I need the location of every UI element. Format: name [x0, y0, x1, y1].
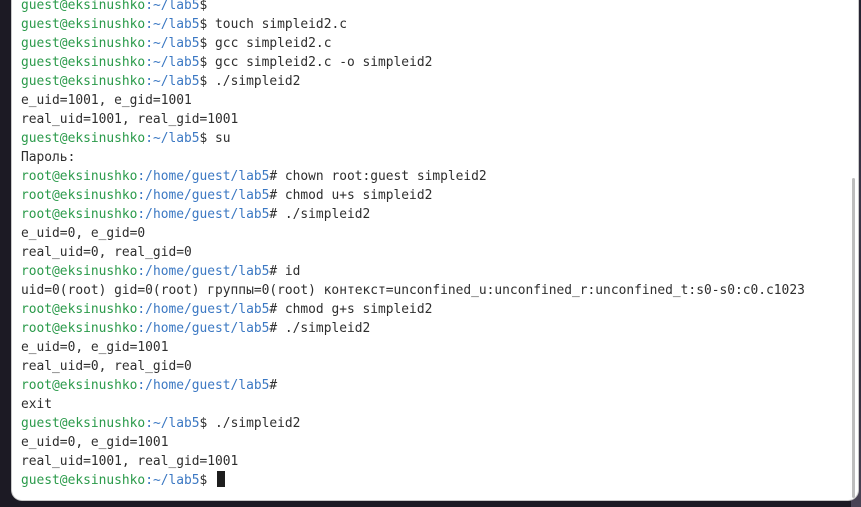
- prompt-user: guest@eksinushko: [21, 74, 146, 89]
- output-line: real_uid=0, real_gid=0: [21, 359, 192, 374]
- prompt-line: root@eksinushko:/home/guest/lab5# ./simp…: [21, 319, 858, 338]
- prompt-user: root@eksinushko: [21, 207, 138, 222]
- prompt-symbol: #: [269, 207, 278, 222]
- prompt-user: root@eksinushko: [21, 321, 138, 336]
- prompt-path: :~/lab5: [145, 74, 200, 89]
- prompt-symbol: #: [269, 302, 278, 317]
- output-line: uid=0(root) gid=0(root) группы=0(root) к…: [21, 283, 805, 298]
- prompt-line: root@eksinushko:/home/guest/lab5# chmod …: [21, 186, 858, 205]
- prompt-path: :/home/guest/lab5: [137, 264, 270, 279]
- output-line: real_uid=1001, real_gid=1001: [21, 454, 239, 469]
- prompt-path: :~/lab5: [145, 416, 200, 431]
- terminal-window[interactable]: guest@eksinushko:~/lab5$ guest@eksinushko…: [12, 0, 858, 500]
- prompt-user: guest@eksinushko: [21, 0, 146, 13]
- prompt-symbol: #: [269, 321, 278, 336]
- prompt-user: root@eksinushko: [21, 188, 138, 203]
- prompt-user: guest@eksinushko: [21, 131, 146, 146]
- text-cursor[interactable]: [217, 471, 226, 487]
- prompt-line: root@eksinushko:/home/guest/lab5# chown …: [21, 167, 858, 186]
- prompt-symbol: #: [269, 264, 278, 279]
- scrollbar[interactable]: [852, 178, 855, 498]
- prompt-user: guest@eksinushko: [21, 416, 146, 431]
- prompt-path: :~/lab5: [145, 55, 200, 70]
- prompt-user: root@eksinushko: [21, 378, 138, 393]
- prompt-path: :/home/guest/lab5: [137, 169, 270, 184]
- prompt-line: guest@eksinushko:~/lab5$ ./simpleid2: [21, 72, 858, 91]
- prompt-path: :/home/guest/lab5: [137, 207, 270, 222]
- output-line: e_uid=1001, e_gid=1001: [21, 93, 192, 108]
- prompt-user: root@eksinushko: [21, 264, 138, 279]
- command-text: id: [277, 264, 301, 279]
- output-line: real_uid=1001, real_gid=1001: [21, 112, 239, 127]
- prompt-line: root@eksinushko:/home/guest/lab5# ./simp…: [21, 205, 858, 224]
- command-text: su: [207, 131, 231, 146]
- prompt-line: guest@eksinushko:~/lab5$ su: [21, 129, 858, 148]
- prompt-user: root@eksinushko: [21, 302, 138, 317]
- prompt-path: :/home/guest/lab5: [137, 378, 270, 393]
- prompt-path: :~/lab5: [145, 17, 200, 32]
- prompt-line: root@eksinushko:/home/guest/lab5# chmod …: [21, 300, 858, 319]
- command-text: gcc simpleid2.c -o simpleid2: [207, 55, 433, 70]
- prompt-symbol: #: [269, 169, 278, 184]
- prompt-symbol: #: [269, 188, 278, 203]
- command-text: gcc simpleid2.c: [207, 36, 332, 51]
- prompt-line: guest@eksinushko:~/lab5$: [21, 471, 858, 490]
- prompt-line: root@eksinushko:/home/guest/lab5# id: [21, 262, 858, 281]
- output-line: e_uid=0, e_gid=1001: [21, 435, 169, 450]
- prompt-path: :~/lab5: [145, 131, 200, 146]
- command-text: ./simpleid2: [207, 74, 301, 89]
- command-text: ./simpleid2: [277, 207, 371, 222]
- command-text: chown root:guest simpleid2: [277, 169, 487, 184]
- terminal-output[interactable]: guest@eksinushko:~/lab5$ guest@eksinushko…: [21, 0, 858, 500]
- output-line: real_uid=0, real_gid=0: [21, 245, 192, 260]
- prompt-user: guest@eksinushko: [21, 17, 146, 32]
- prompt-line: root@eksinushko:/home/guest/lab5#: [21, 376, 858, 395]
- output-line: e_uid=0, e_gid=1001: [21, 340, 169, 355]
- prompt-path: :/home/guest/lab5: [137, 321, 270, 336]
- prompt-line: guest@eksinushko:~/lab5$ gcc simpleid2.c…: [21, 53, 858, 72]
- prompt-symbol: $: [199, 0, 208, 13]
- prompt-symbol: #: [269, 378, 278, 393]
- prompt-path: :/home/guest/lab5: [137, 188, 270, 203]
- output-line: exit: [21, 397, 53, 412]
- prompt-path: :~/lab5: [145, 36, 200, 51]
- prompt-line: guest@eksinushko:~/lab5$ gcc simpleid2.c: [21, 34, 858, 53]
- prompt-path: :~/lab5: [145, 473, 200, 488]
- command-text: ./simpleid2: [277, 321, 371, 336]
- prompt-user: guest@eksinushko: [21, 55, 146, 70]
- command-text: touch simpleid2.c: [207, 17, 347, 32]
- output-line: Пароль:: [21, 150, 76, 165]
- output-line: e_uid=0, e_gid=0: [21, 226, 146, 241]
- prompt-user: root@eksinushko: [21, 169, 138, 184]
- prompt-line: guest@eksinushko:~/lab5$ touch simpleid2…: [21, 15, 858, 34]
- prompt-path: :/home/guest/lab5: [137, 302, 270, 317]
- prompt-user: guest@eksinushko: [21, 473, 146, 488]
- command-text: [207, 473, 215, 488]
- prompt-line: guest@eksinushko:~/lab5$: [21, 0, 858, 15]
- prompt-line: guest@eksinushko:~/lab5$ ./simpleid2: [21, 414, 858, 433]
- command-text: chmod g+s simpleid2: [277, 302, 433, 317]
- prompt-user: guest@eksinushko: [21, 36, 146, 51]
- command-text: ./simpleid2: [207, 416, 301, 431]
- command-text: chmod u+s simpleid2: [277, 188, 433, 203]
- prompt-path: :~/lab5: [145, 0, 200, 13]
